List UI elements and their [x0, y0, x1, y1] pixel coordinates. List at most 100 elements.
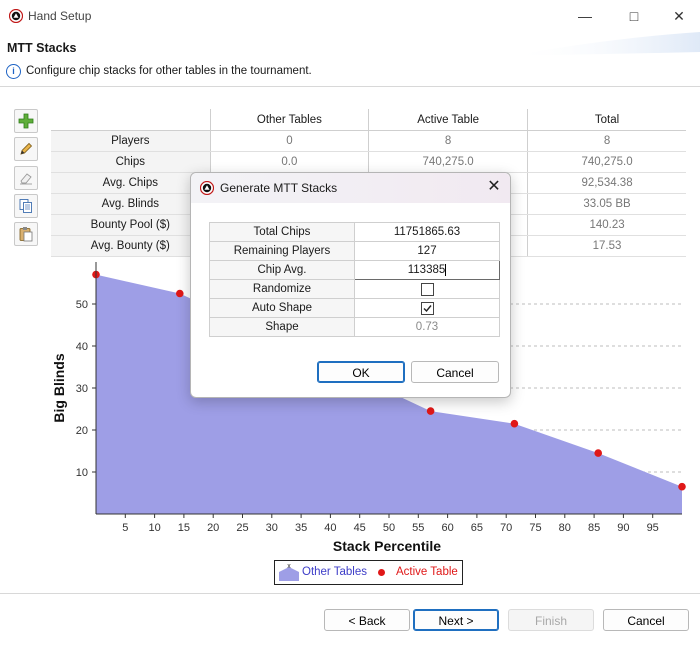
next-button[interactable]: Next >	[413, 609, 499, 631]
active-table-point	[510, 419, 519, 428]
x-tick-label: 25	[236, 522, 248, 534]
table-cell[interactable]: 92,534.38	[527, 172, 686, 194]
copy-icon	[19, 199, 32, 213]
remaining-players-field[interactable]: 127	[354, 241, 500, 261]
y-axis-title: Big Blinds	[51, 353, 67, 422]
row-label: Avg. Chips	[51, 172, 211, 194]
svg-text:x: x	[287, 563, 291, 570]
paste-button[interactable]	[14, 222, 38, 246]
x-tick-label: 65	[471, 522, 483, 534]
auto-shape-label: Auto Shape	[209, 298, 355, 318]
table-row: Randomize	[209, 279, 500, 299]
legend-label-active-table: Active Table	[396, 566, 458, 578]
y-axis-ticks: 10 20 30 40 50	[76, 299, 96, 479]
x-tick-label: 15	[178, 522, 190, 534]
randomize-checkbox[interactable]	[420, 282, 434, 296]
chip-avg-label: Chip Avg.	[209, 260, 355, 280]
header-divider	[0, 86, 700, 87]
x-tick-label: 35	[295, 522, 307, 534]
y-tick-label: 10	[76, 467, 88, 479]
row-label: Avg. Blinds	[51, 193, 211, 215]
row-label: Bounty Pool ($)	[51, 214, 211, 236]
table-cell[interactable]: 0.0	[209, 151, 369, 173]
total-chips-label: Total Chips	[209, 222, 355, 242]
table-row: Chip Avg. 113385	[209, 260, 500, 280]
row-label: Chips	[51, 151, 211, 173]
total-chips-field[interactable]: 11751865.63	[354, 222, 500, 242]
table-row: Shape 0.73	[209, 317, 500, 337]
x-tick-label: 95	[647, 522, 659, 534]
table-row: Remaining Players 127	[209, 241, 500, 261]
add-icon	[18, 113, 34, 129]
back-button[interactable]: < Back	[324, 609, 410, 631]
x-tick-label: 10	[148, 522, 160, 534]
column-header-other-tables[interactable]: Other Tables	[209, 109, 369, 131]
page-title: MTT Stacks	[7, 41, 77, 55]
table-cell[interactable]: 0	[209, 130, 369, 152]
column-header-total[interactable]: Total	[527, 109, 686, 131]
footer-divider	[0, 593, 700, 594]
edit-button[interactable]	[14, 137, 38, 161]
header-decoration	[510, 32, 700, 56]
close-icon[interactable]: ✕	[668, 6, 690, 26]
x-tick-label: 30	[266, 522, 278, 534]
auto-shape-cell	[354, 298, 500, 318]
table-cell[interactable]: 17.53	[527, 235, 686, 257]
active-table-point	[594, 449, 603, 457]
x-tick-label: 75	[529, 522, 541, 534]
copy-button[interactable]	[14, 194, 38, 218]
dialog-fields-table: Total Chips 11751865.63 Remaining Player…	[209, 222, 500, 337]
other-tables-legend-swatch: x	[279, 563, 299, 581]
table-cell[interactable]: 8	[527, 130, 686, 152]
table-cell[interactable]: 8	[368, 130, 528, 152]
x-axis-ticks: 5 10 15 20 25 30 35 40 45 50 55 60 65 70 75 80 85 90 95	[122, 514, 659, 534]
dialog-title: Generate MTT Stacks	[220, 181, 338, 195]
x-tick-label: 70	[500, 522, 512, 534]
x-tick-label: 5	[122, 522, 128, 534]
auto-shape-checkbox[interactable]	[420, 301, 434, 315]
remaining-players-label: Remaining Players	[209, 241, 355, 261]
chip-avg-value: 113385	[407, 264, 446, 277]
legend-label-other-tables: Other Tables	[302, 566, 367, 578]
x-tick-label: 45	[354, 522, 366, 534]
dialog-cancel-button[interactable]: Cancel	[411, 361, 499, 383]
column-header-active-table[interactable]: Active Table	[368, 109, 528, 131]
randomize-label: Randomize	[209, 279, 355, 299]
x-tick-label: 90	[617, 522, 629, 534]
x-tick-label: 55	[412, 522, 424, 534]
table-cell[interactable]: 140.23	[527, 214, 686, 236]
text-cursor	[445, 263, 447, 276]
table-row: Chips 0.0 740,275.0 740,275.0	[51, 151, 686, 173]
ok-button[interactable]: OK	[317, 361, 405, 383]
add-button[interactable]	[14, 109, 38, 133]
x-axis-title: Stack Percentile	[333, 538, 441, 554]
table-cell[interactable]: 740,275.0	[527, 151, 686, 173]
erase-button[interactable]	[14, 166, 38, 190]
y-tick-label: 30	[76, 383, 88, 395]
active-table-point	[175, 289, 184, 298]
legend-marker-active-table	[378, 569, 385, 576]
x-tick-label: 80	[559, 522, 571, 534]
eraser-icon	[20, 173, 32, 185]
edit-icon	[20, 142, 33, 155]
active-table-point	[426, 407, 435, 415]
cancel-button[interactable]: Cancel	[603, 609, 689, 631]
active-table-point	[678, 482, 686, 491]
maximize-icon[interactable]: □	[623, 6, 645, 26]
dialog-titlebar: Generate MTT Stacks ✕	[191, 173, 510, 203]
table-cell[interactable]: 33.05 BB	[527, 193, 686, 215]
finish-button[interactable]: Finish	[508, 609, 594, 631]
wizard-header: MTT Stacks i Configure chip stacks for o…	[0, 32, 700, 84]
table-cell[interactable]: 740,275.0	[368, 151, 528, 173]
chip-avg-field[interactable]: 113385	[354, 260, 500, 280]
close-icon[interactable]: ✕	[485, 178, 503, 196]
shape-field[interactable]: 0.73	[354, 317, 500, 337]
table-row: Total Chips 11751865.63	[209, 222, 500, 242]
row-label: Avg. Bounty ($)	[51, 235, 211, 257]
x-tick-label: 85	[588, 522, 600, 534]
info-icon: i	[6, 64, 21, 79]
stats-header-row: Other Tables Active Table Total	[51, 109, 686, 131]
generate-mtt-stacks-dialog: Generate MTT Stacks ✕ Total Chips 117518…	[190, 172, 511, 398]
minimize-icon[interactable]: —	[574, 6, 596, 26]
poker-chip-icon	[200, 181, 214, 195]
